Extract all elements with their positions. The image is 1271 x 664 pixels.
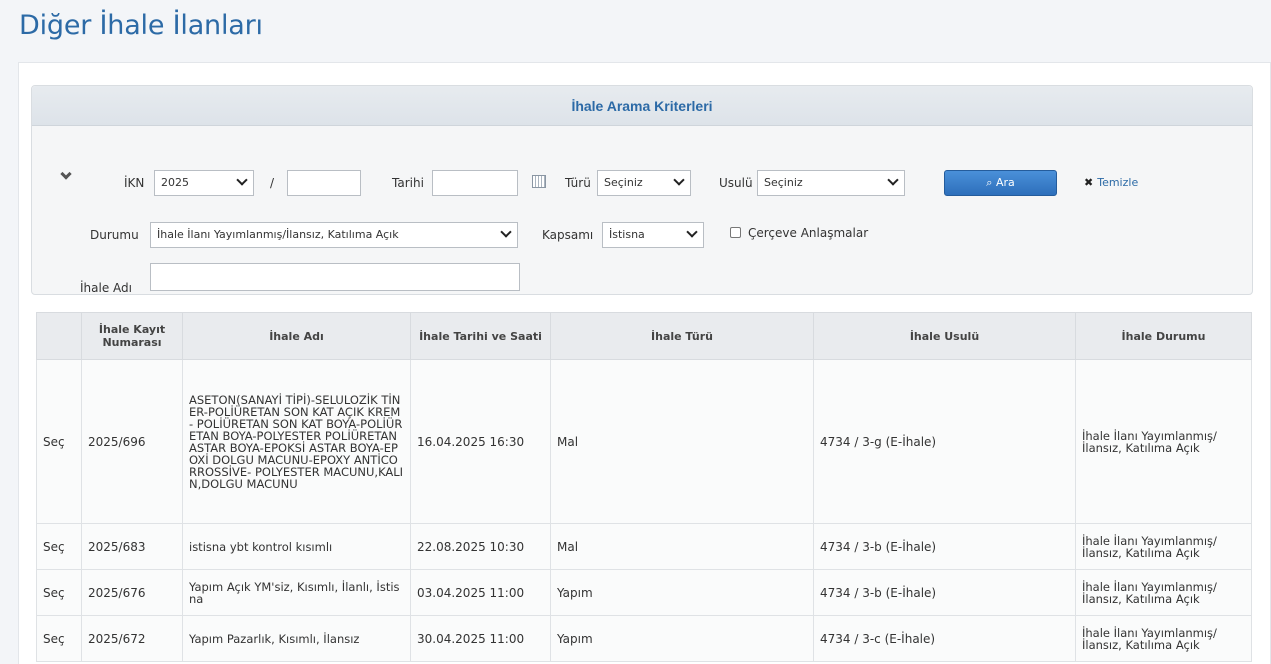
status-cell: İhale İlanı Yayımlanmış/ İlansız, Katılı…	[1075, 615, 1252, 662]
ikn-label: İKN	[124, 176, 145, 190]
method-cell: 4734 / 3-b (E-İhale)	[813, 569, 1076, 616]
page-title: Diğer İhale İlanları	[19, 10, 263, 41]
search-icon: ⌕	[986, 176, 996, 189]
date-cell: 30.04.2025 11:00	[410, 615, 551, 662]
usulu-select[interactable]: Seçiniz	[757, 170, 905, 196]
clear-button[interactable]: ✖ Temizle	[1084, 176, 1138, 189]
turu-value: Seçiniz	[604, 176, 643, 189]
cerceve-label: Çerçeve Anlaşmalar	[748, 226, 869, 240]
ikn-cell: 2025/672	[81, 615, 183, 662]
name-cell: istisna ybt kontrol kısımlı	[182, 523, 411, 570]
name-cell: Yapım Pazarlık, Kısımlı, İlansız	[182, 615, 411, 662]
search-button-label: Ara	[995, 176, 1015, 189]
table-row: Seç 2025/683 istisna ybt kontrol kısımlı…	[36, 523, 1252, 570]
turu-select[interactable]: Seçiniz	[597, 170, 691, 196]
col-header-name[interactable]: İhale Adı	[182, 312, 411, 360]
name-cell: Yapım Açık YM'siz, Kısımlı, İlanlı, İsti…	[182, 569, 411, 616]
method-cell: 4734 / 3-g (E-İhale)	[813, 359, 1076, 524]
search-criteria-panel: İhale Arama Kriterleri İKN 2025 / Tarihi…	[31, 85, 1253, 295]
col-header-status[interactable]: İhale Durumu	[1075, 312, 1252, 360]
status-cell: İhale İlanı Yayımlanmış/ İlansız, Katılı…	[1075, 569, 1252, 616]
ikn-number-input[interactable]	[287, 170, 361, 196]
chevron-down-icon	[236, 174, 248, 186]
clear-button-label: Temizle	[1097, 176, 1139, 189]
ikn-year-select[interactable]: 2025	[154, 170, 254, 196]
kapsami-select[interactable]: İstisna	[602, 222, 704, 248]
select-link[interactable]: Seç	[36, 615, 82, 662]
col-header-type[interactable]: İhale Türü	[550, 312, 814, 360]
chevron-down-icon	[686, 226, 698, 238]
date-cell: 03.04.2025 11:00	[410, 569, 551, 616]
durumu-select[interactable]: İhale İlanı Yayımlanmış/İlansız, Katılım…	[150, 222, 518, 248]
durumu-value: İhale İlanı Yayımlanmış/İlansız, Katılım…	[157, 228, 399, 241]
collapse-chevron-icon[interactable]	[60, 168, 72, 180]
ikn-separator: /	[270, 176, 275, 190]
method-cell: 4734 / 3-b (E-İhale)	[813, 523, 1076, 570]
col-header-ikn[interactable]: İhale Kayıt Numarası	[81, 312, 183, 360]
type-cell: Yapım	[550, 569, 814, 616]
col-header-date[interactable]: İhale Tarihi ve Saati	[410, 312, 551, 360]
table-row: Seç 2025/676 Yapım Açık YM'siz, Kısımlı,…	[36, 569, 1252, 616]
tarihi-label: Tarihi	[392, 176, 424, 190]
ikn-cell: 2025/683	[81, 523, 183, 570]
tarihi-input[interactable]	[432, 170, 518, 196]
calendar-icon[interactable]	[532, 175, 546, 188]
ikn-cell: 2025/676	[81, 569, 183, 616]
chevron-down-icon	[673, 174, 685, 186]
ikn-cell: 2025/696	[81, 359, 183, 524]
ikn-year-value: 2025	[161, 176, 189, 189]
date-cell: 16.04.2025 16:30	[410, 359, 551, 524]
tender-table: İhale Kayıt Numarası İhale Adı İhale Tar…	[36, 312, 1252, 662]
usulu-value: Seçiniz	[764, 176, 803, 189]
type-cell: Mal	[550, 523, 814, 570]
ihale-adi-input[interactable]	[150, 263, 520, 291]
col-header-select	[36, 312, 82, 360]
content-card: İhale Arama Kriterleri İKN 2025 / Tarihi…	[18, 62, 1271, 664]
type-cell: Yapım	[550, 615, 814, 662]
name-cell: ASETON(SANAYİ TİPİ)-SELULOZİK TİNER-POLİ…	[182, 359, 411, 524]
table-header-row: İhale Kayıt Numarası İhale Adı İhale Tar…	[36, 312, 1252, 360]
select-link[interactable]: Seç	[36, 523, 82, 570]
status-cell: İhale İlanı Yayımlanmış/ İlansız, Katılı…	[1075, 523, 1252, 570]
kapsami-value: İstisna	[609, 228, 645, 241]
usulu-label: Usulü	[719, 176, 753, 190]
date-cell: 22.08.2025 10:30	[410, 523, 551, 570]
status-cell: İhale İlanı Yayımlanmış/ İlansız, Katılı…	[1075, 359, 1252, 524]
search-button[interactable]: ⌕ Ara	[944, 170, 1057, 196]
criteria-title: İhale Arama Kriterleri	[32, 86, 1252, 126]
table-row: Seç 2025/696 ASETON(SANAYİ TİPİ)-SELULOZ…	[36, 359, 1252, 524]
durumu-label: Durumu	[90, 228, 139, 242]
col-header-method[interactable]: İhale Usulü	[813, 312, 1076, 360]
select-link[interactable]: Seç	[36, 359, 82, 524]
chevron-down-icon	[500, 226, 512, 238]
turu-label: Türü	[565, 176, 591, 190]
chevron-down-icon	[887, 174, 899, 186]
select-link[interactable]: Seç	[36, 569, 82, 616]
cerceve-checkbox[interactable]	[730, 227, 741, 238]
method-cell: 4734 / 3-c (E-İhale)	[813, 615, 1076, 662]
ihale-adi-label: İhale Adı	[80, 281, 132, 295]
close-icon: ✖	[1084, 176, 1094, 189]
type-cell: Mal	[550, 359, 814, 524]
kapsami-label: Kapsamı	[542, 228, 594, 242]
table-row: Seç 2025/672 Yapım Pazarlık, Kısımlı, İl…	[36, 615, 1252, 662]
